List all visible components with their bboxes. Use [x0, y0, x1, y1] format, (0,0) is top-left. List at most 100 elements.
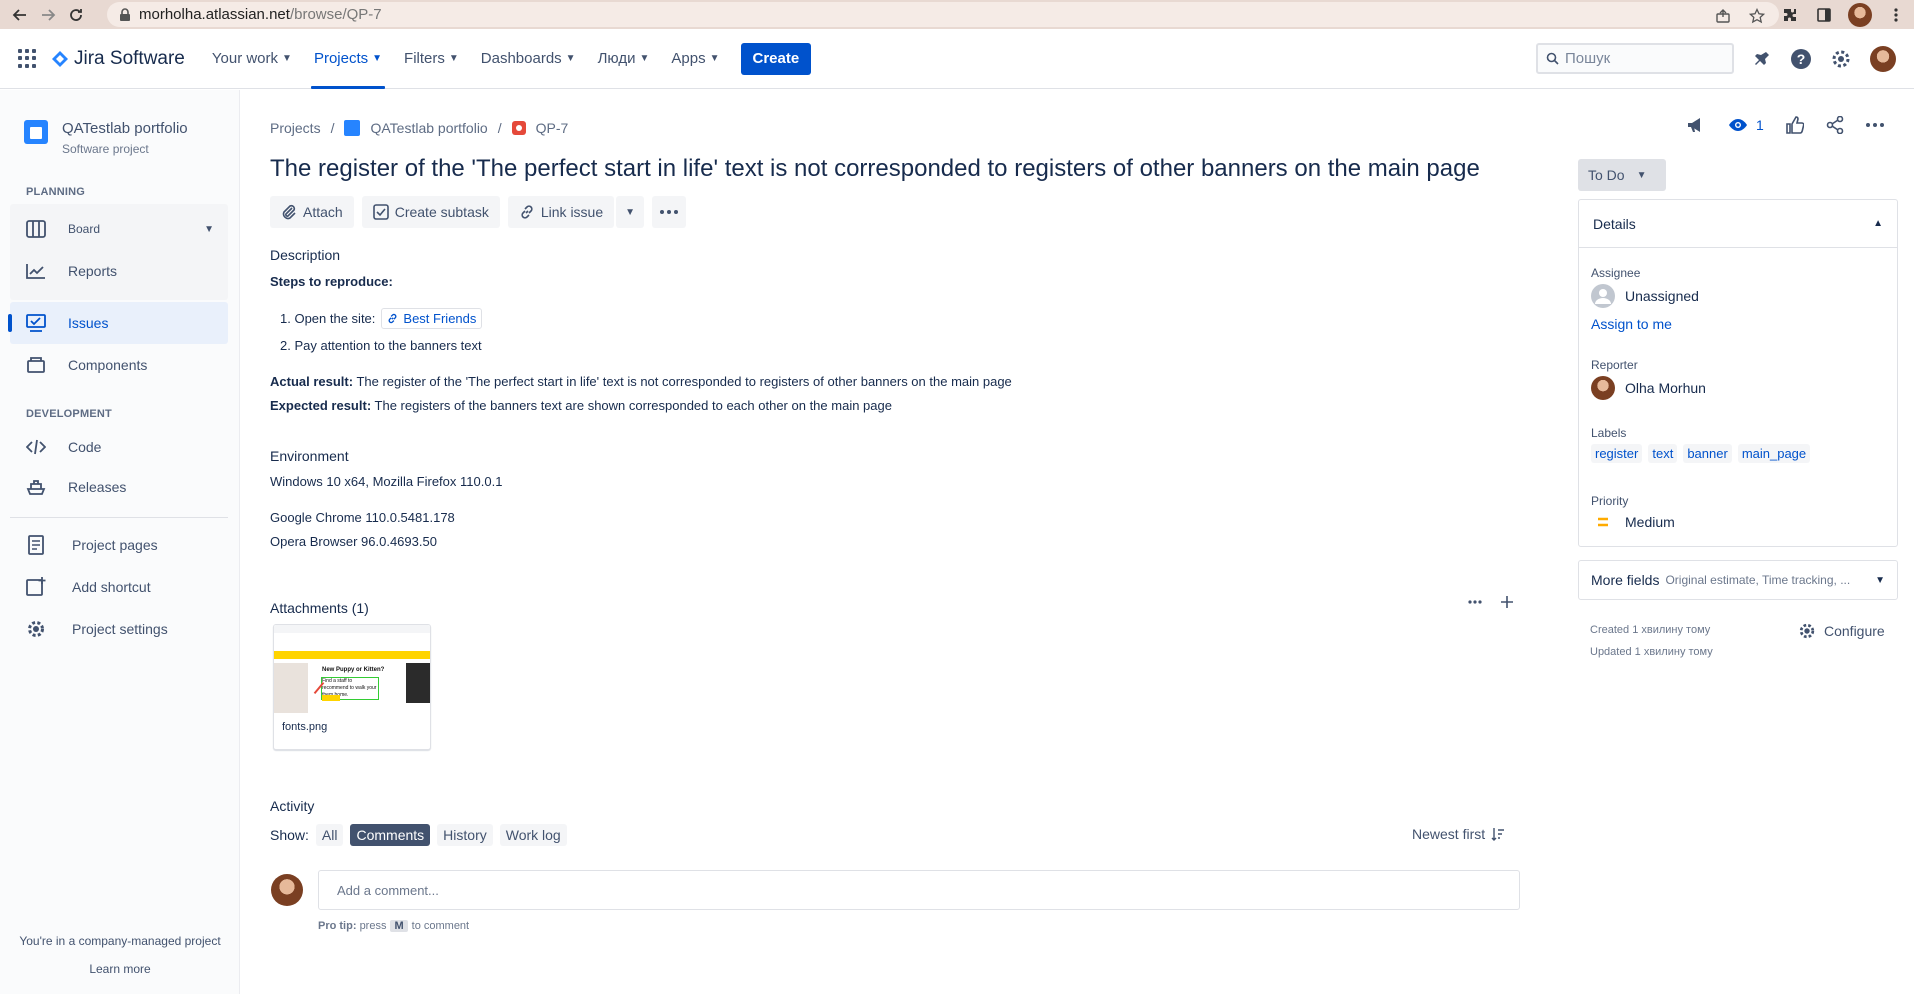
planning-title: PLANNING — [26, 186, 86, 198]
attach-button[interactable]: Attach — [270, 196, 354, 228]
search-input[interactable]: Пошук — [1536, 43, 1734, 74]
side-panel-icon[interactable] — [1814, 5, 1834, 25]
share-page-icon[interactable] — [1713, 6, 1733, 26]
add-attachment-icon[interactable] — [1500, 595, 1514, 609]
sidebar-item-reports[interactable]: Reports — [10, 250, 228, 292]
nav-projects[interactable]: Projects ▼ — [303, 29, 393, 89]
chevron-down-icon: ▼ — [639, 53, 650, 64]
more-options-icon[interactable] — [1865, 123, 1884, 127]
bookmark-star-icon[interactable] — [1747, 6, 1767, 26]
settings-gear-icon — [1799, 623, 1815, 639]
comment-input[interactable]: Add a comment... — [318, 870, 1520, 910]
create-button[interactable]: Create — [740, 42, 812, 75]
user-avatar[interactable] — [1870, 45, 1896, 72]
priority-field[interactable]: Medium — [1591, 514, 1675, 530]
search-icon — [1546, 52, 1559, 65]
best-friends-link-label: Best Friends — [403, 311, 477, 326]
tab-all[interactable]: All — [315, 824, 344, 846]
nav-apps[interactable]: Apps ▼ — [660, 29, 730, 89]
label-register[interactable]: register — [1591, 444, 1643, 463]
help-icon[interactable]: ? — [1790, 48, 1812, 70]
sidebar-item-issues[interactable]: Issues — [8, 302, 228, 344]
eye-icon — [1729, 119, 1747, 131]
address-bar[interactable]: morholha.atlassian.net/browse/QP-7 — [107, 2, 1779, 27]
tab-comments[interactable]: Comments — [350, 824, 431, 846]
sidebar-item-project-settings[interactable]: Project settings — [10, 608, 228, 650]
vote-thumbs-up-icon[interactable] — [1785, 116, 1804, 134]
sidebar-item-releases[interactable]: Releases — [10, 466, 228, 508]
chevron-down-icon[interactable]: ▼ — [204, 224, 214, 235]
app-switcher-icon[interactable] — [18, 48, 38, 69]
url-host: morholha.atlassian.net — [139, 6, 290, 23]
sidebar-item-code[interactable]: Code — [10, 426, 228, 468]
priority-value: Medium — [1625, 514, 1675, 530]
commenter-avatar — [271, 874, 303, 906]
expected-result-label: Expected result: — [270, 398, 372, 413]
sidebar-divider — [10, 517, 228, 518]
label-banner[interactable]: banner — [1683, 444, 1732, 463]
issues-label: Issues — [68, 315, 109, 331]
status-dropdown[interactable]: To Do ▼ — [1578, 159, 1666, 191]
reporter-field[interactable]: Olha Morhun — [1591, 376, 1706, 400]
feedback-megaphone-icon[interactable] — [1686, 116, 1706, 134]
assignee-field[interactable]: Unassigned — [1591, 284, 1699, 308]
label-text[interactable]: text — [1648, 444, 1678, 463]
link-issue-dropdown[interactable]: ▼ — [616, 196, 645, 228]
best-friends-link[interactable]: Best Friends — [381, 308, 483, 329]
breadcrumb-issue-key[interactable]: QP-7 — [536, 120, 569, 136]
reload-icon[interactable] — [62, 0, 90, 29]
components-label: Components — [68, 357, 148, 373]
settings-gear-icon[interactable] — [1830, 48, 1852, 70]
tab-history[interactable]: History — [437, 824, 493, 846]
reporter-value: Olha Morhun — [1625, 380, 1706, 396]
sort-button[interactable]: Newest first — [1412, 826, 1505, 842]
issues-icon — [26, 313, 46, 333]
project-header-block[interactable]: QATestlab portfolio Software project — [24, 120, 188, 156]
create-subtask-button[interactable]: Create subtask — [361, 196, 500, 228]
sidebar-item-add-shortcut[interactable]: Add shortcut — [10, 566, 228, 608]
watch-button[interactable]: 1 — [1728, 117, 1764, 133]
attachment-card[interactable]: New Puppy or Kitten? Find a staff to rec… — [273, 624, 431, 750]
sidebar-item-components[interactable]: Components — [10, 344, 228, 386]
details-header[interactable]: Details ▲ — [1579, 200, 1897, 248]
board-label: Board — [68, 222, 101, 236]
labels-field[interactable]: register text banner main_page — [1591, 444, 1811, 463]
issue-title[interactable]: The register of the 'The perfect start i… — [270, 155, 1480, 183]
nav-filters[interactable]: Filters ▼ — [393, 29, 470, 89]
watch-count: 1 — [1756, 117, 1764, 133]
share-icon[interactable] — [1826, 116, 1844, 134]
label-main-page[interactable]: main_page — [1737, 444, 1811, 463]
sidebar-item-board[interactable]: Board ▼ — [10, 208, 228, 250]
jira-logo[interactable]: Jira Software — [52, 48, 185, 70]
releases-label: Releases — [68, 479, 127, 495]
expected-result-text: The registers of the banners text are sh… — [371, 398, 892, 413]
environment-line-3: Opera Browser 96.0.4693.50 — [270, 534, 437, 549]
board-icon — [26, 219, 46, 239]
learn-more-link[interactable]: Learn more — [0, 962, 240, 976]
breadcrumb-projects[interactable]: Projects — [270, 120, 321, 136]
link-issue-button[interactable]: Link issue — [507, 196, 615, 228]
assign-to-me-link[interactable]: Assign to me — [1591, 316, 1672, 332]
sidebar-item-project-pages[interactable]: Project pages — [10, 524, 228, 566]
environment-label: Environment — [270, 448, 349, 464]
more-actions-button[interactable] — [652, 196, 687, 228]
browser-menu-icon[interactable] — [1886, 5, 1906, 25]
components-icon — [26, 355, 46, 375]
tab-work-log[interactable]: Work log — [499, 824, 567, 846]
steps-heading: Steps to reproduce: — [270, 274, 393, 289]
forward-icon[interactable] — [34, 0, 62, 29]
browser-profile-avatar[interactable] — [1848, 2, 1872, 27]
back-icon[interactable] — [6, 0, 34, 29]
nav-dashboards[interactable]: Dashboards ▼ — [470, 29, 587, 89]
bug-issue-type-icon[interactable] — [511, 121, 526, 135]
more-fields-section[interactable]: More fields Original estimate, Time trac… — [1578, 560, 1898, 600]
extensions-icon[interactable] — [1780, 5, 1800, 25]
configure-button[interactable]: Configure — [1798, 622, 1885, 640]
attachment-thumbnail[interactable]: New Puppy or Kitten? Find a staff to rec… — [274, 625, 430, 713]
notifications-icon[interactable] — [1752, 49, 1772, 69]
nav-people[interactable]: Люди ▼ — [587, 29, 661, 89]
breadcrumb-project[interactable]: QATestlab portfolio — [370, 120, 487, 136]
nav-your-work[interactable]: Your work ▼ — [201, 29, 303, 89]
code-label: Code — [68, 439, 102, 455]
attachments-more-icon[interactable] — [1468, 600, 1482, 604]
